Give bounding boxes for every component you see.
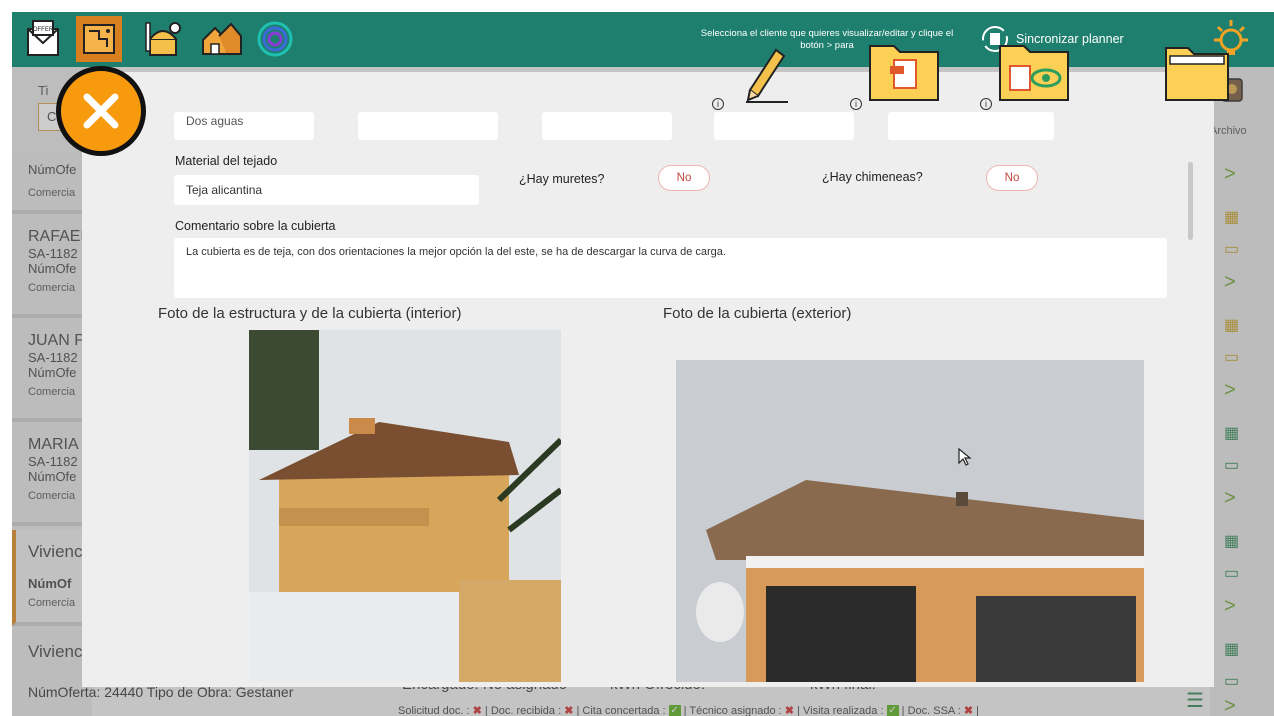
close-icon — [83, 93, 119, 129]
roof-material-field[interactable]: Teja alicantina — [174, 175, 479, 205]
svg-text:OFFER: OFFER — [33, 27, 54, 33]
field[interactable] — [358, 112, 498, 140]
walls-toggle[interactable]: No — [658, 165, 710, 191]
chimney-toggle[interactable]: No — [986, 165, 1038, 191]
edit-pencil-icon[interactable] — [742, 42, 792, 111]
blueprint-icon[interactable] — [76, 16, 122, 62]
top-bar: OFFER Selecciona el cliente que quieres … — [12, 12, 1274, 67]
pdf-view-folder-icon[interactable] — [998, 38, 1070, 107]
roof-type-field[interactable]: Dos aguas — [174, 112, 314, 140]
tools-icon[interactable] — [140, 16, 186, 62]
photo-interior[interactable] — [249, 330, 561, 682]
photo-exterior-title: Foto de la cubierta (exterior) — [663, 305, 852, 322]
close-button[interactable] — [56, 66, 146, 156]
field[interactable] — [714, 112, 854, 140]
roof-material-label: Material del tejado — [175, 154, 278, 168]
roof-detail-modal: Dos aguas i i i Material del tejado Teja… — [82, 72, 1214, 687]
pdf-folder-icon[interactable] — [868, 38, 940, 107]
comment-field[interactable]: La cubierta es de teja, con dos orientac… — [174, 238, 1167, 298]
photo-exterior[interactable] — [676, 360, 1144, 682]
info-icon[interactable]: i — [980, 98, 992, 110]
info-icon[interactable]: i — [850, 98, 862, 110]
folder-icon[interactable] — [1164, 42, 1230, 107]
field[interactable] — [888, 112, 1054, 140]
houses-icon[interactable] — [198, 16, 244, 62]
app-window: OFFER Selecciona el cliente que quieres … — [12, 12, 1274, 716]
photo-interior-title: Foto de la estructura y de la cubierta (… — [158, 305, 462, 322]
comment-label: Comentario sobre la cubierta — [175, 219, 336, 233]
mouse-cursor-icon — [958, 447, 972, 471]
scrollbar[interactable] — [1188, 162, 1193, 240]
spiral-icon[interactable] — [252, 16, 298, 62]
info-icon[interactable]: i — [712, 98, 724, 110]
field[interactable] — [542, 112, 672, 140]
chimney-question: ¿Hay chimeneas? — [822, 170, 923, 184]
walls-question: ¿Hay muretes? — [519, 172, 605, 186]
offer-icon[interactable]: OFFER — [20, 16, 66, 62]
